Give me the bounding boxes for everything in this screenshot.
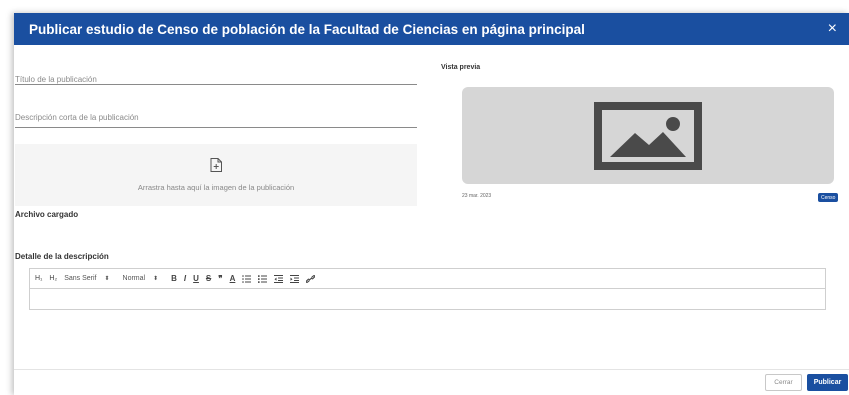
dropzone-text: Arrastra hasta aquí la imagen de la publ… xyxy=(137,183,295,192)
strike-button[interactable]: S xyxy=(206,274,211,283)
chevron-updown-icon: ⬍ xyxy=(104,276,110,282)
category-badge: Censo xyxy=(818,193,839,202)
rich-text-editor: H₁ H₂ Sans Serif ⬍ Normal ⬍ B I U S ❞ A xyxy=(29,268,826,310)
close-icon[interactable]: × xyxy=(828,21,837,37)
title-field[interactable] xyxy=(15,69,417,85)
font-select[interactable]: Sans Serif ⬍ xyxy=(64,275,109,282)
bold-button[interactable]: B xyxy=(171,274,177,283)
image-dropzone[interactable]: Arrastra hasta aquí la imagen de la publ… xyxy=(15,144,417,206)
editor-content[interactable] xyxy=(30,289,825,309)
title-input[interactable] xyxy=(15,75,417,84)
italic-button[interactable]: I xyxy=(184,274,186,283)
link-icon[interactable] xyxy=(306,274,316,283)
heading-1-button[interactable]: H₁ xyxy=(35,275,42,282)
size-select[interactable]: Normal ⬍ xyxy=(123,275,159,282)
footer-divider xyxy=(14,369,849,370)
font-select-value: Sans Serif xyxy=(64,275,97,282)
underline-button[interactable]: U xyxy=(193,274,199,283)
chevron-updown-icon: ⬍ xyxy=(153,276,159,282)
heading-2-button[interactable]: H₂ xyxy=(49,275,57,282)
indent-increase-icon[interactable] xyxy=(290,274,300,283)
text-color-button[interactable]: A xyxy=(230,274,236,283)
description-field[interactable] xyxy=(15,107,417,128)
ordered-list-icon[interactable] xyxy=(242,274,252,283)
preview-label: Vista previa xyxy=(441,64,481,71)
image-placeholder-icon xyxy=(594,101,702,170)
indent-decrease-icon[interactable] xyxy=(274,274,284,283)
detail-label: Detalle de la descripción xyxy=(15,252,109,261)
publish-button[interactable]: Publicar xyxy=(807,374,848,391)
cancel-button[interactable]: Cerrar xyxy=(765,374,802,391)
size-select-value: Normal xyxy=(122,275,146,282)
dialog-header: Publicar estudio de Censo de población d… xyxy=(14,13,849,45)
preview-image xyxy=(462,87,834,184)
dialog-title: Publicar estudio de Censo de población d… xyxy=(29,21,585,37)
uploaded-file-label: Archivo cargado xyxy=(15,210,79,219)
preview-date: 23 mar. 2023 xyxy=(462,193,492,199)
bullet-list-icon[interactable] xyxy=(258,274,268,283)
editor-toolbar: H₁ H₂ Sans Serif ⬍ Normal ⬍ B I U S ❞ A xyxy=(30,269,825,289)
file-upload-icon xyxy=(210,158,222,172)
quote-button[interactable]: ❞ xyxy=(218,274,222,283)
description-input[interactable] xyxy=(15,113,417,122)
